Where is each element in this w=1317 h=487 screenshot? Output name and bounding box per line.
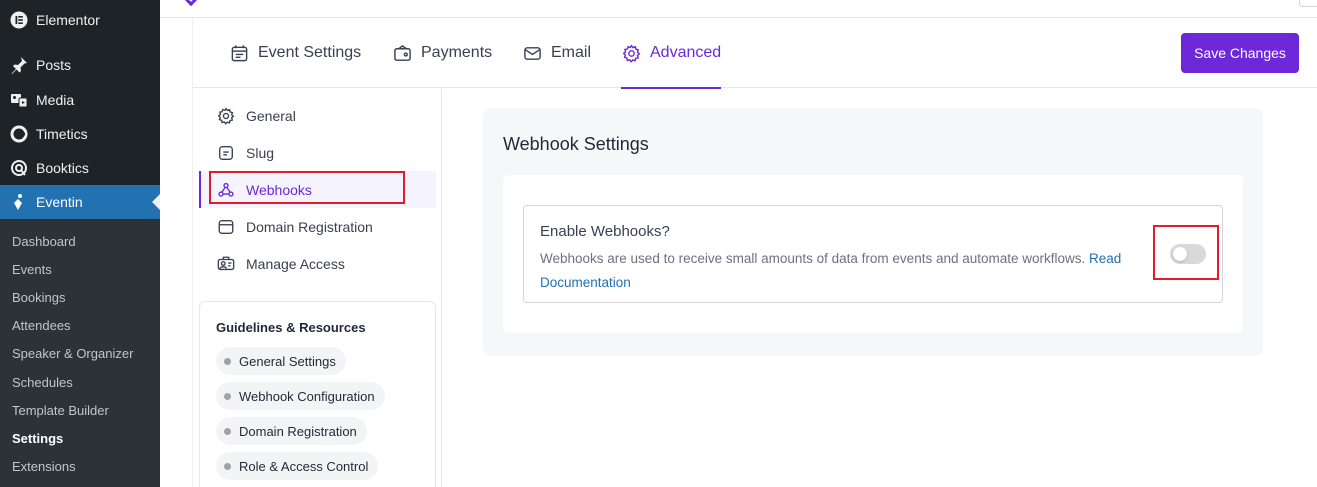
users-icon <box>217 255 235 273</box>
guideline-link[interactable]: Domain Registration <box>216 417 367 445</box>
bullet-dot-icon <box>224 357 231 365</box>
nav-item-manage-access[interactable]: Manage Access <box>199 245 436 282</box>
submenu-attendees[interactable]: Attendees <box>0 312 160 340</box>
settings-content: Event Settings Payments Email Advanced S… <box>192 18 1317 487</box>
guidelines-resources: Guidelines & Resources General Settings … <box>199 301 436 487</box>
event-settings-icon <box>229 43 249 63</box>
payments-icon <box>392 43 412 63</box>
tab-payments[interactable]: Payments <box>392 18 492 88</box>
slug-icon <box>217 144 235 162</box>
email-icon <box>522 43 542 63</box>
menu-item-eventin[interactable]: Eventin <box>0 185 160 219</box>
tab-label: Event Settings <box>258 44 362 61</box>
bullet-dot-icon <box>224 392 231 400</box>
menu-item-elementor[interactable]: Elementor <box>0 3 160 37</box>
settings-tabs: Event Settings Payments Email Advanced S… <box>193 18 1317 89</box>
webhooks-highlight-box <box>209 171 405 204</box>
menu-label: Eventin <box>36 194 83 210</box>
nav-item-slug[interactable]: Slug <box>199 134 436 171</box>
nav-label: General <box>246 107 296 124</box>
setting-description: Webhooks are used to receive small amoun… <box>540 247 1150 295</box>
gear-icon <box>621 43 641 63</box>
pin-icon <box>9 55 29 75</box>
webhook-settings-panel: Webhook Settings Enable Webhooks? Webhoo… <box>483 108 1263 356</box>
wp-admin-sidebar: Elementor Posts Media Timetics Booktics … <box>0 0 160 487</box>
eventin-icon <box>9 192 29 212</box>
submenu-settings[interactable]: Settings <box>0 424 160 452</box>
nav-label: Manage Access <box>246 255 345 272</box>
guideline-link[interactable]: Role & Access Control <box>216 452 379 480</box>
menu-label: Media <box>36 92 75 108</box>
booktics-icon <box>9 158 29 178</box>
submenu-template-builder[interactable]: Template Builder <box>0 396 160 424</box>
menu-item-posts[interactable]: Posts <box>0 48 160 82</box>
top-header-bar <box>160 0 1317 18</box>
guideline-link-label: Role & Access Control <box>239 458 369 474</box>
tab-email[interactable]: Email <box>522 18 591 88</box>
description-text: Webhooks are used to receive small amoun… <box>540 251 1086 266</box>
tab-event-settings[interactable]: Event Settings <box>229 18 361 88</box>
toggle-highlight-box <box>1153 225 1219 280</box>
guideline-link-label: General Settings <box>239 353 336 369</box>
guideline-link[interactable]: General Settings <box>216 347 346 375</box>
header-corner-button[interactable] <box>1299 0 1317 7</box>
tab-label: Advanced <box>650 44 722 61</box>
submenu-dashboard[interactable]: Dashboard <box>0 227 160 255</box>
tab-advanced[interactable]: Advanced <box>621 18 722 89</box>
gear-icon <box>217 106 235 125</box>
submenu-events[interactable]: Events <box>0 255 160 283</box>
save-changes-button[interactable]: Save Changes <box>1181 33 1299 73</box>
panel-title: Webhook Settings <box>503 134 649 154</box>
submenu-schedules[interactable]: Schedules <box>0 368 160 396</box>
guideline-link[interactable]: Webhook Configuration <box>216 382 385 410</box>
settings-side-nav: General Slug Webhooks Domain Registratio… <box>193 89 442 487</box>
panel-inner: Enable Webhooks? Webhooks are used to re… <box>503 175 1243 333</box>
nav-item-domain-registration[interactable]: Domain Registration <box>199 208 436 245</box>
submenu-extensions[interactable]: Extensions <box>0 453 160 481</box>
menu-item-booktics[interactable]: Booktics <box>0 151 160 185</box>
nav-label: Slug <box>246 144 275 161</box>
tab-label: Payments <box>421 44 493 61</box>
logo-fragment-icon <box>183 0 199 7</box>
submenu-speaker-organizer[interactable]: Speaker & Organizer <box>0 340 160 368</box>
nav-label: Domain Registration <box>246 218 373 235</box>
guideline-link-label: Webhook Configuration <box>239 388 375 404</box>
menu-item-timetics[interactable]: Timetics <box>0 117 160 151</box>
menu-label: Posts <box>36 57 72 73</box>
guideline-link-label: Domain Registration <box>239 423 357 439</box>
guidelines-title: Guidelines & Resources <box>216 320 366 335</box>
menu-label: Timetics <box>36 126 88 142</box>
bullet-dot-icon <box>224 427 231 435</box>
menu-label: Booktics <box>36 160 89 176</box>
domain-icon <box>217 218 235 236</box>
link-text: Documentation <box>540 275 631 290</box>
media-icon <box>9 90 29 110</box>
menu-item-media[interactable]: Media <box>0 83 160 117</box>
menu-label: Elementor <box>36 12 100 28</box>
enable-webhooks-card: Enable Webhooks? Webhooks are used to re… <box>523 205 1223 303</box>
submenu-bookings[interactable]: Bookings <box>0 283 160 311</box>
nav-item-general[interactable]: General <box>199 97 436 134</box>
tab-label: Email <box>551 44 592 61</box>
setting-title: Enable Webhooks? <box>540 223 670 240</box>
eventin-submenu: Dashboard Events Bookings Attendees Spea… <box>0 219 160 487</box>
timetics-icon <box>9 124 29 144</box>
bullet-dot-icon <box>224 462 231 470</box>
link-text: Read <box>1089 251 1122 266</box>
elementor-icon <box>9 10 29 30</box>
